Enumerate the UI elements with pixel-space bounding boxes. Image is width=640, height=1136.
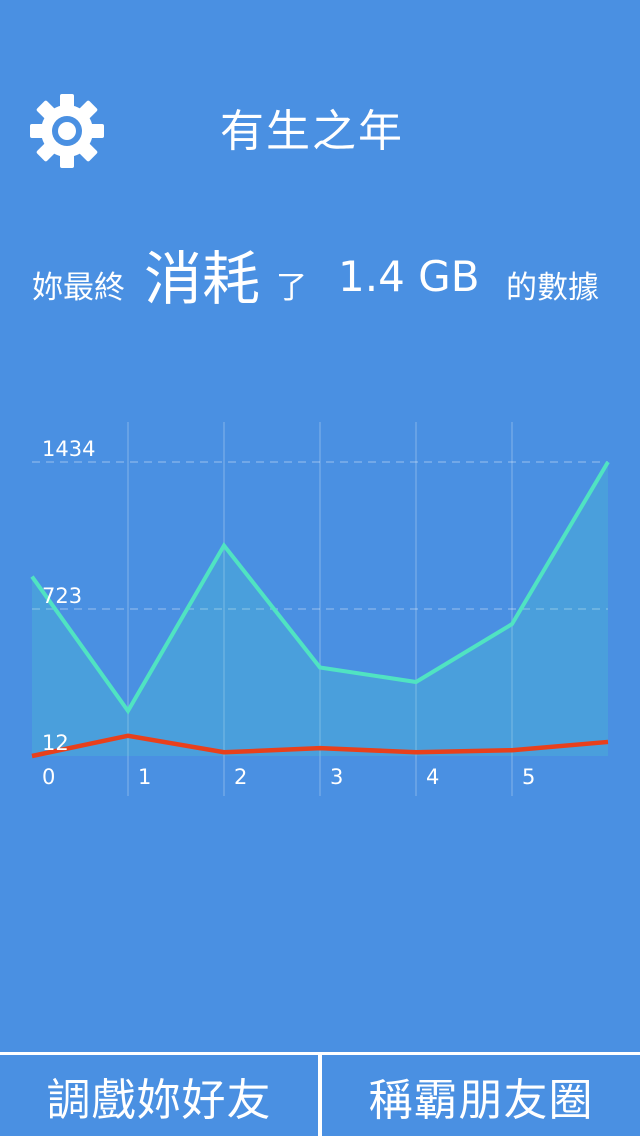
tease-friends-button[interactable]: 調戲妳好友 xyxy=(0,1055,318,1136)
y-tick-label: 12 xyxy=(42,731,69,755)
x-tick-label: 5 xyxy=(522,765,535,789)
x-tick-label: 2 xyxy=(234,765,247,789)
page-title: 有生之年 xyxy=(220,106,404,157)
x-tick-label: 0 xyxy=(42,765,55,789)
y-tick-label: 723 xyxy=(42,584,82,608)
summary-prefix: 妳最終 xyxy=(32,270,125,306)
usage-summary: 妳最終 消耗 了 1.4 GB 的數據 xyxy=(0,226,640,316)
screen: 有生之年 妳最終 消耗 了 1.4 GB 的數據 1434 723 12 0 1 2 3 4 5… xyxy=(0,0,640,1136)
x-tick-label: 1 xyxy=(138,765,151,789)
dominate-moments-button[interactable]: 稱霸朋友圈 xyxy=(322,1055,640,1136)
usage-chart-svg: 1434723120 1 2 3 4 5 xyxy=(30,422,610,796)
y-tick-label: 1434 xyxy=(42,437,95,461)
summary-suffix: 的數據 xyxy=(506,270,599,306)
data-amount: 1.4 GB xyxy=(338,252,480,301)
usage-chart: 1434 723 12 0 1 2 3 4 5 xyxy=(0,400,640,820)
x-tick-label: 4 xyxy=(426,765,439,789)
x-tick-label: 3 xyxy=(330,765,343,789)
summary-particle: 了 xyxy=(276,270,307,306)
bottom-bar: 調戲妳好友 稱霸朋友圈 xyxy=(0,1052,640,1136)
summary-verb: 消耗 xyxy=(144,245,261,313)
